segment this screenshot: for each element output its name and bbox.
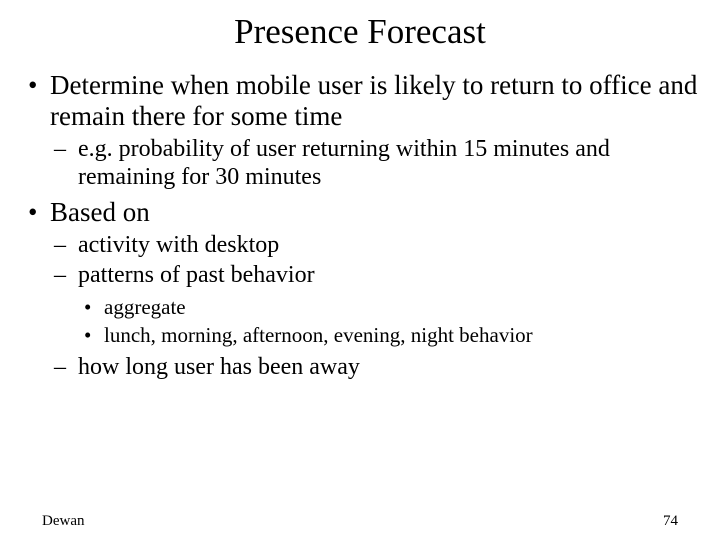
slide-title: Presence Forecast [0, 12, 720, 52]
list-item-text: Determine when mobile user is likely to … [50, 70, 697, 131]
list-item-text: patterns of past behavior [78, 262, 315, 288]
list-item-text: aggregate [104, 295, 186, 319]
sub-sub-list: aggregate lunch, morning, afternoon, eve… [78, 294, 702, 349]
sub-list: activity with desktop patterns of past b… [50, 232, 702, 381]
list-item: e.g. probability of user returning withi… [50, 136, 702, 191]
list-item-text: activity with desktop [78, 232, 279, 258]
slide: Presence Forecast Determine when mobile … [0, 12, 720, 552]
list-item: lunch, morning, afternoon, evening, nigh… [78, 322, 702, 348]
bullet-list: Determine when mobile user is likely to … [22, 70, 702, 382]
list-item: aggregate [78, 294, 702, 320]
list-item: Determine when mobile user is likely to … [22, 70, 702, 191]
footer-author: Dewan [42, 513, 84, 530]
sub-list: e.g. probability of user returning withi… [50, 136, 702, 191]
list-item: how long user has been away [50, 354, 702, 382]
footer-page-number: 74 [663, 513, 678, 530]
list-item-text: lunch, morning, afternoon, evening, nigh… [104, 323, 533, 347]
list-item-text: Based on [50, 197, 150, 227]
list-item: Based on activity with desktop patterns … [22, 197, 702, 381]
list-item: activity with desktop [50, 232, 702, 260]
list-item-text: e.g. probability of user returning withi… [78, 136, 610, 190]
list-item: patterns of past behavior aggregate lunc… [50, 262, 702, 348]
list-item-text: how long user has been away [78, 354, 360, 380]
